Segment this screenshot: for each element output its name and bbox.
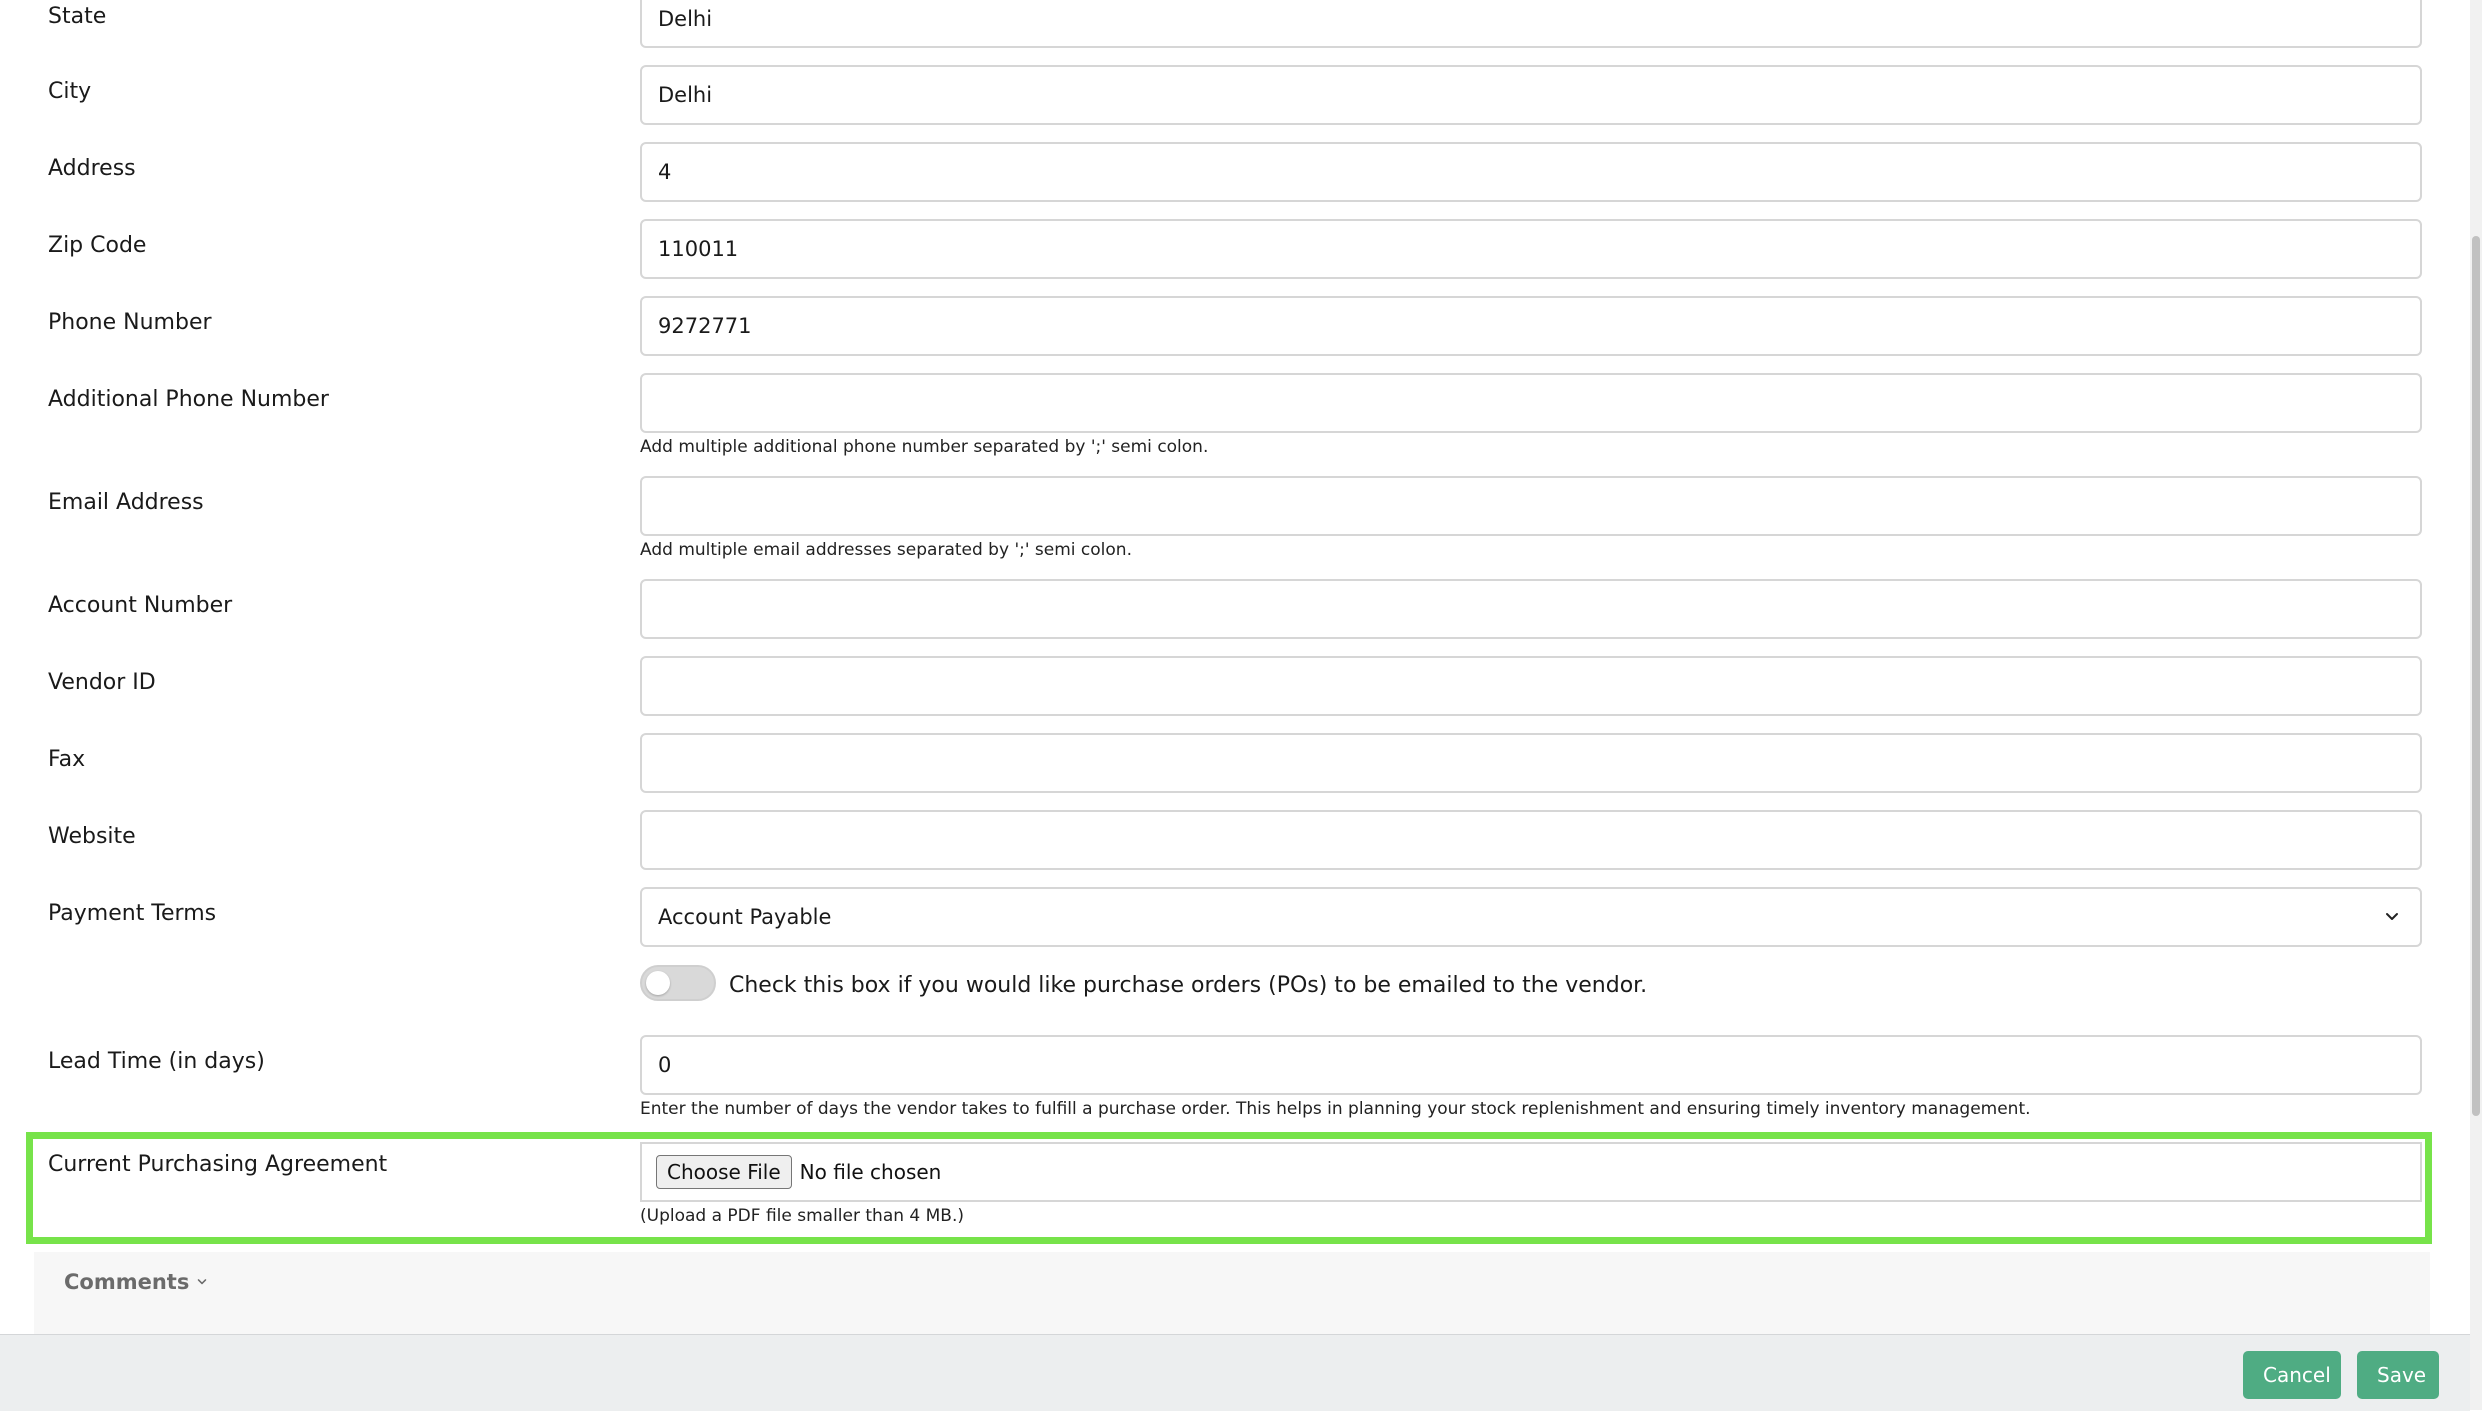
fax-input[interactable] bbox=[640, 733, 2422, 793]
field-label: Address bbox=[48, 156, 136, 181]
field-label: Website bbox=[48, 824, 136, 849]
zip-code-input[interactable]: 110011 bbox=[640, 219, 2422, 279]
purchasing-agreement-file-input[interactable]: Choose File No file chosen bbox=[640, 1142, 2422, 1202]
city-input[interactable]: Delhi bbox=[640, 65, 2422, 125]
website-input[interactable] bbox=[640, 810, 2422, 870]
account-number-input[interactable] bbox=[640, 579, 2422, 639]
address-input[interactable]: 4 bbox=[640, 142, 2422, 202]
choose-file-button[interactable]: Choose File bbox=[656, 1155, 792, 1189]
field-label: Lead Time (in days) bbox=[48, 1049, 265, 1074]
comments-toggle[interactable]: Comments bbox=[64, 1270, 209, 1294]
purchasing-agreement-label: Current Purchasing Agreement bbox=[48, 1152, 388, 1177]
purchasing-agreement-help: (Upload a PDF file smaller than 4 MB.) bbox=[640, 1206, 964, 1226]
field-label: Email Address bbox=[48, 490, 204, 515]
field-label: Additional Phone Number bbox=[48, 387, 329, 412]
lead-time-input[interactable]: 0 bbox=[640, 1035, 2422, 1095]
chevron-down-icon bbox=[198, 1279, 207, 1285]
payment-terms-select[interactable]: Account Payable bbox=[640, 887, 2422, 947]
additional-phone-help: Add multiple additional phone number sep… bbox=[640, 437, 1209, 457]
state-input[interactable]: Delhi bbox=[640, 0, 2422, 48]
field-label: Fax bbox=[48, 747, 86, 772]
toggle-knob bbox=[646, 971, 670, 995]
email-help: Add multiple email addresses separated b… bbox=[640, 540, 1132, 560]
form-footer: Cancel Save bbox=[0, 1334, 2470, 1411]
file-status: No file chosen bbox=[799, 1160, 942, 1184]
field-label: State bbox=[48, 4, 107, 29]
phone-number-input[interactable]: 9272771 bbox=[640, 296, 2422, 356]
comments-label: Comments bbox=[64, 1270, 190, 1294]
field-label: Vendor ID bbox=[48, 670, 156, 695]
po-email-toggle-label: Check this box if you would like purchas… bbox=[729, 973, 1648, 998]
field-label: Payment Terms bbox=[48, 901, 217, 926]
email-address-input[interactable] bbox=[640, 476, 2422, 536]
field-label: Phone Number bbox=[48, 310, 212, 335]
additional-phone-input[interactable] bbox=[640, 373, 2422, 433]
comments-section: Comments bbox=[34, 1252, 2430, 1334]
lead-time-help: Enter the number of days the vendor take… bbox=[640, 1099, 2031, 1119]
chevron-down-icon bbox=[2386, 913, 2398, 920]
cancel-button[interactable]: Cancel bbox=[2243, 1351, 2341, 1399]
save-button[interactable]: Save bbox=[2357, 1351, 2439, 1399]
field-label: Zip Code bbox=[48, 233, 147, 258]
field-label: Account Number bbox=[48, 593, 233, 618]
payment-terms-selected: Account Payable bbox=[658, 905, 832, 929]
scrollbar-thumb[interactable] bbox=[2472, 236, 2480, 1116]
po-email-toggle[interactable] bbox=[640, 965, 716, 1001]
field-label: City bbox=[48, 79, 92, 104]
vendor-id-input[interactable] bbox=[640, 656, 2422, 716]
vertical-scrollbar[interactable] bbox=[2470, 0, 2482, 1410]
